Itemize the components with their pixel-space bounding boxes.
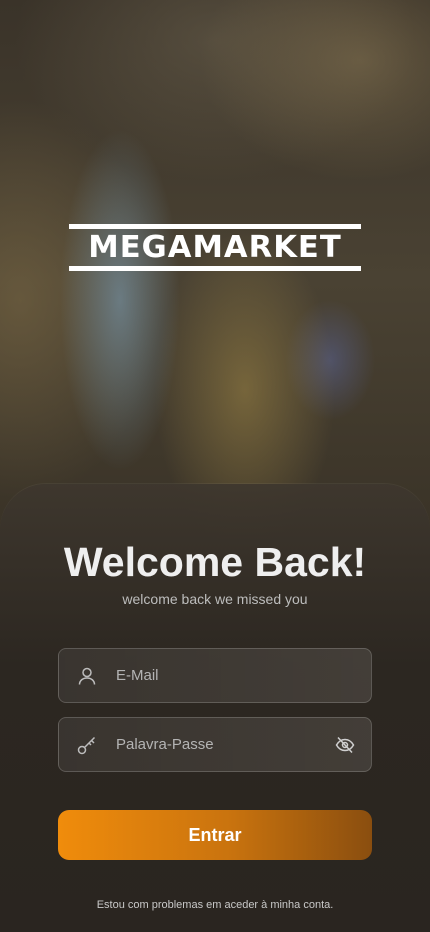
page-title: Welcome Back! xyxy=(63,539,367,585)
megamarket-logo: MEGAMARKET xyxy=(69,224,361,271)
email-field[interactable] xyxy=(58,648,372,703)
key-icon xyxy=(77,735,97,755)
page-subtitle: welcome back we missed you xyxy=(122,591,308,607)
password-field[interactable] xyxy=(58,717,372,772)
user-icon xyxy=(77,666,97,686)
eye-off-icon[interactable] xyxy=(335,736,355,754)
login-button[interactable]: Entrar xyxy=(58,810,372,860)
email-input[interactable] xyxy=(116,649,336,702)
password-input[interactable] xyxy=(116,718,336,771)
logo-text: MEGAMARKET xyxy=(88,230,342,265)
logo-bar-top xyxy=(69,224,361,229)
logo-bar-bottom xyxy=(69,266,361,271)
account-help-link[interactable]: Estou com problemas em aceder à minha co… xyxy=(0,897,430,913)
